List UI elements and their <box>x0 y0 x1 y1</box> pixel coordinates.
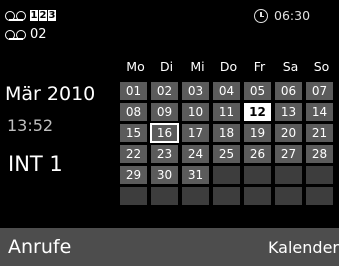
calendar-empty-cell <box>151 187 178 205</box>
weekday-header: Mo Di Mi Do Fr Sa So <box>120 59 339 74</box>
calendar-empty-cell <box>244 166 271 184</box>
calendar-day[interactable]: 12 <box>244 103 271 121</box>
voicemail-count-row: 02 <box>5 25 57 44</box>
mailbox-number: 1 <box>30 10 38 21</box>
calendar-empty-cell <box>182 187 209 205</box>
voicemail-count: 02 <box>30 27 47 42</box>
weekday-label: Sa <box>282 59 299 74</box>
internal-name: INT 1 <box>8 152 63 176</box>
voicemail-icon <box>5 29 27 40</box>
calendar-day[interactable]: 03 <box>182 82 209 100</box>
calendar-day[interactable]: 11 <box>213 103 240 121</box>
weekday-label: Fr <box>253 59 266 74</box>
mailbox-number: 2 <box>39 10 47 21</box>
calendar-day[interactable]: 30 <box>151 166 178 184</box>
calendar-day[interactable]: 22 <box>120 145 147 163</box>
calendar-day[interactable]: 26 <box>244 145 271 163</box>
weekday-label: Do <box>219 59 238 74</box>
calendar-day[interactable]: 31 <box>182 166 209 184</box>
mailbox-number: 3 <box>48 10 56 21</box>
calendar-day[interactable]: 13 <box>275 103 302 121</box>
weekday-label: Mi <box>190 59 205 74</box>
calendar-day[interactable]: 23 <box>151 145 178 163</box>
calendar-day[interactable]: 27 <box>275 145 302 163</box>
calendar-empty-cell <box>213 166 240 184</box>
calendar-day[interactable]: 05 <box>244 82 271 100</box>
calendar-day[interactable]: 04 <box>213 82 240 100</box>
alarm-time: 06:30 <box>274 8 311 23</box>
calendar-day[interactable]: 14 <box>306 103 333 121</box>
calendar-day[interactable]: 10 <box>182 103 209 121</box>
calendar-day[interactable]: 18 <box>213 124 240 142</box>
calendar-day[interactable]: 28 <box>306 145 333 163</box>
calendar-day[interactable]: 24 <box>182 145 209 163</box>
calendar-empty-cell <box>306 166 333 184</box>
calendar-day[interactable]: 09 <box>151 103 178 121</box>
calendar-empty-cell <box>275 187 302 205</box>
phone-display: 1 2 3 02 06:30 Mär 2010 13:52 INT 1 Mo D… <box>0 0 339 266</box>
message-indicators: 1 2 3 02 <box>5 6 57 44</box>
softkey-calls[interactable]: Anrufe <box>0 236 71 258</box>
calendar-empty-cell <box>120 187 147 205</box>
weekday-label: So <box>313 59 330 74</box>
month-label: Mär 2010 <box>5 83 96 105</box>
calendar-day[interactable]: 17 <box>182 124 209 142</box>
softkey-calendar[interactable]: Kalender <box>268 238 339 257</box>
calendar-day[interactable]: 21 <box>306 124 333 142</box>
calendar-day[interactable]: 07 <box>306 82 333 100</box>
voicemail-icon <box>5 10 27 21</box>
weekday-label: Mo <box>126 59 145 74</box>
calendar-day[interactable]: 25 <box>213 145 240 163</box>
calendar-day[interactable]: 16 <box>150 123 179 143</box>
calendar-day[interactable]: 06 <box>275 82 302 100</box>
calendar-day[interactable]: 29 <box>120 166 147 184</box>
calendar-day[interactable]: 08 <box>120 103 147 121</box>
calendar-day[interactable]: 15 <box>120 124 147 142</box>
calendar-day[interactable]: 01 <box>120 82 147 100</box>
weekday-label: Di <box>159 59 174 74</box>
calendar-empty-cell <box>306 187 333 205</box>
calendar-empty-cell <box>244 187 271 205</box>
calendar-day[interactable]: 02 <box>151 82 178 100</box>
calendar-day[interactable]: 20 <box>275 124 302 142</box>
alarm-clock-icon <box>254 8 268 23</box>
softkey-bar: Anrufe Kalender <box>0 228 339 266</box>
calendar-grid: 01 02 03 04 05 06 07 08 09 10 11 12 13 14 15 16 17 18 19 20… <box>120 82 333 205</box>
clock-time: 13:52 <box>7 116 54 135</box>
voicemail-row: 1 2 3 <box>5 6 57 25</box>
calendar-day[interactable]: 19 <box>244 124 271 142</box>
calendar-empty-cell <box>213 187 240 205</box>
calendar-empty-cell <box>275 166 302 184</box>
alarm-indicator: 06:30 <box>254 8 310 23</box>
